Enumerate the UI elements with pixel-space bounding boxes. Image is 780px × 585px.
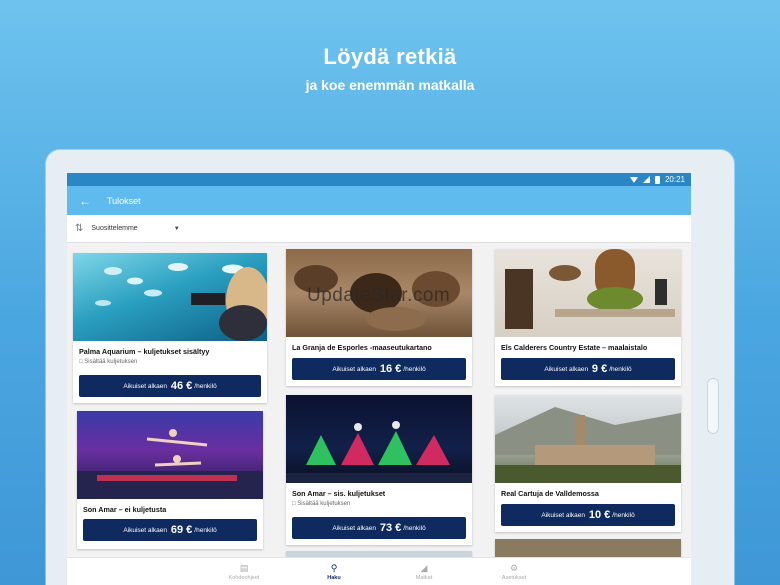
chevron-down-icon: ▼ [173,225,180,232]
result-card[interactable]: Son Amar – sis. kuljetukset □ Sisältää k… [286,395,472,545]
card-title: Son Amar – sis. kuljetukset [292,489,386,498]
hero-subtitle: ja koe enemmän matkalla [305,77,475,93]
result-card[interactable]: La Granja de Esporles -maaseutukartano A… [286,249,472,386]
nav-item-haku[interactable]: ⚲ Haku [309,563,359,581]
page-title: Tulokset [107,195,141,206]
tablet-side-button [707,378,719,434]
price-button[interactable]: Aikuiset alkaen 10 €/henkilö [501,504,675,526]
sort-bar[interactable]: ⇅ Suosittelemme ▼ [67,215,691,243]
battery-icon [654,175,660,184]
nav-item-kohdeohjeet[interactable]: ▤ Kohdeohjeet [219,563,269,581]
card-title: Els Calderers Country Estate – maalaista… [501,343,648,352]
bus-icon: □ [79,359,83,365]
sort-label: Suosittelemme [91,225,138,232]
nav-item-matkat[interactable]: ◢ Matkat [399,563,449,581]
butterflies-image [286,395,472,483]
price-button[interactable]: Aikuiset alkaen 16 €/henkilö [292,358,466,380]
aquarium-image [73,253,267,341]
sort-icon: ⇅ [75,223,84,234]
result-card[interactable]: Els Calderers Country Estate – maalaista… [495,249,681,386]
nav-item-asetukset[interactable]: ⚙ Asetukset [489,563,539,581]
gear-icon: ⚙ [509,562,519,573]
result-card[interactable]: Real Cartuja de Valldemossa Aikuiset alk… [495,395,681,532]
search-icon: ⚲ [330,562,338,573]
price-button[interactable]: Aikuiset alkaen 69 €/henkilö [83,519,257,541]
app-bar: ← Tulokset [67,186,691,215]
wifi-icon [629,176,638,183]
price-button[interactable]: Aikuiset alkaen 46 €/henkilö [79,375,261,397]
price-button[interactable]: Aikuiset alkaen 9 €/henkilö [501,358,675,380]
card-title: Real Cartuja de Valldemossa [501,489,599,498]
card-title: Palma Aquarium – kuljetukset sisältyy [79,347,210,356]
card-title: La Granja de Esporles -maaseutukartano [292,343,432,352]
signal-icon [642,176,650,183]
estate-image [495,249,681,337]
card-note: □ Sisältää kuljetuksen [79,359,138,365]
status-bar: 20:21 [67,173,691,186]
back-arrow-icon[interactable]: ← [79,194,91,208]
price-button[interactable]: Aikuiset alkaen 73 €/henkilö [292,517,466,539]
watermark: UpdateStar.com [307,285,451,306]
bottom-navigation: ▤ Kohdeohjeet ⚲ Haku ◢ Matkat ⚙ Asetukse… [67,557,691,585]
result-card[interactable]: Palma Aquarium – kuljetukset sisältyy □ … [73,253,267,403]
book-icon: ▤ [239,562,249,573]
card-title: Son Amar – ei kuljetusta [83,505,167,514]
status-time: 20:21 [664,175,685,184]
card-note: □ Sisältää kuljetuksen [292,501,351,507]
tag-icon: ◢ [420,562,428,573]
valldemossa-image [495,395,681,483]
show-image [77,411,263,499]
hero-title: Löydä retkiä [323,44,457,69]
app-screen: 20:21 ← Tulokset ⇅ Suosittelemme ▼ Palma… [67,173,691,585]
result-card[interactable]: Son Amar – ei kuljetusta Aikuiset alkaen… [77,411,263,549]
bus-icon: □ [292,501,296,507]
